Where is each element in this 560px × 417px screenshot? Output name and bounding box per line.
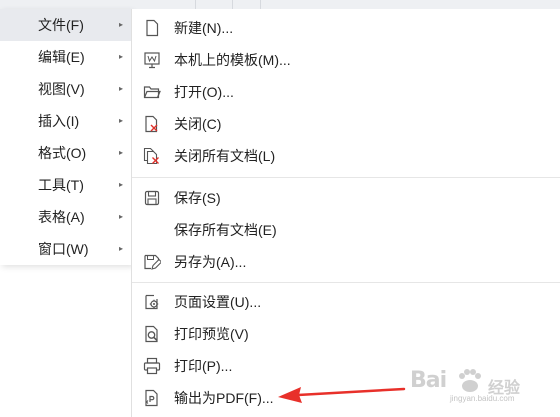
save-as-icon <box>144 254 161 270</box>
menu-item-label: 保存所有文档(E) <box>174 222 277 238</box>
menu-item-label: 视图(V) <box>38 81 85 97</box>
menu-item-label: 打印(P)... <box>174 358 233 374</box>
menu-item-table[interactable]: 表格(A) ▸ <box>0 201 131 233</box>
menu-item-label: 输出为PDF(F)... <box>174 390 274 406</box>
close-all-documents-icon <box>143 147 159 165</box>
menu-item-file[interactable]: 文件(F) ▸ <box>0 9 131 41</box>
chevron-right-icon: ▸ <box>118 116 123 125</box>
print-icon <box>143 357 161 375</box>
menu-item-label: 文件(F) <box>38 17 84 33</box>
menu-item-close[interactable]: 关闭(C) <box>132 108 560 140</box>
menu-item-label: 关闭所有文档(L) <box>174 148 276 164</box>
menu-item-open[interactable]: 打开(O)... <box>132 76 560 108</box>
menu-item-label: 打印预览(V) <box>174 326 249 342</box>
chevron-right-icon: ▸ <box>118 148 123 157</box>
chevron-right-icon: ▸ <box>118 20 123 29</box>
menu-item-tools[interactable]: 工具(T) ▸ <box>0 169 131 201</box>
menu-item-label: 打开(O)... <box>174 84 234 100</box>
menu-item-label: 保存(S) <box>174 190 221 206</box>
menu-item-label: 表格(A) <box>38 209 85 225</box>
chevron-right-icon: ▸ <box>118 180 123 189</box>
page-setup-icon <box>145 294 159 310</box>
chevron-right-icon: ▸ <box>118 84 123 93</box>
open-folder-icon <box>143 86 161 99</box>
menu-item-page-setup[interactable]: 页面设置(U)... <box>132 286 560 318</box>
menu-item-save-as[interactable]: 另存为(A)... <box>132 246 560 278</box>
menu-item-local-template[interactable]: 本机上的模板(M)... <box>132 44 560 76</box>
print-preview-icon <box>145 325 158 343</box>
chevron-right-icon: ▸ <box>118 212 123 221</box>
chevron-right-icon: ▸ <box>118 52 123 61</box>
menu-item-label: 工具(T) <box>38 177 84 193</box>
menu-separator <box>132 177 560 178</box>
paw-logo-icon <box>459 369 481 392</box>
baidu-watermark: Bai 经验 jingyan.baidu.com <box>410 364 550 404</box>
menu-item-label: 编辑(E) <box>38 49 85 65</box>
chevron-right-icon: ▸ <box>118 244 123 253</box>
menu-item-save-all[interactable]: 保存所有文档(E) <box>132 214 560 246</box>
menu-item-edit[interactable]: 编辑(E) ▸ <box>0 41 131 73</box>
new-document-icon <box>146 19 159 37</box>
menu-item-format[interactable]: 格式(O) ▸ <box>0 137 131 169</box>
menu-item-label: 另存为(A)... <box>174 254 247 270</box>
menu-separator <box>132 282 560 283</box>
template-icon <box>144 52 160 69</box>
watermark-brand: Bai <box>410 368 447 393</box>
menu-item-view[interactable]: 视图(V) ▸ <box>0 73 131 105</box>
menu-item-insert[interactable]: 插入(I) ▸ <box>0 105 131 137</box>
menu-item-label: 格式(O) <box>38 145 87 161</box>
close-document-icon <box>145 115 158 133</box>
menu-item-label: 新建(N)... <box>174 20 234 36</box>
menu-item-label: 插入(I) <box>38 113 80 129</box>
menu-item-window[interactable]: 窗口(W) ▸ <box>0 233 131 265</box>
menu-item-save[interactable]: 保存(S) <box>132 182 560 214</box>
menu-item-print-preview[interactable]: 打印预览(V) <box>132 318 560 350</box>
app-window: 文件(F) ▸ 编辑(E) ▸ 视图(V) ▸ 插入(I) ▸ 格式(O) ▸ … <box>0 0 560 417</box>
menu-item-close-all[interactable]: 关闭所有文档(L) <box>132 140 560 172</box>
menu-item-label: 关闭(C) <box>174 116 222 132</box>
menu-item-label: 页面设置(U)... <box>174 294 262 310</box>
menu-item-label: 窗口(W) <box>38 241 89 257</box>
save-icon <box>144 190 160 206</box>
menu-item-label: 本机上的模板(M)... <box>174 52 291 68</box>
watermark-url: jingyan.baidu.com <box>450 394 515 403</box>
export-pdf-icon <box>145 389 158 407</box>
menu-item-new[interactable]: 新建(N)... <box>132 12 560 44</box>
file-submenu: 新建(N)... 本机上的模板(M)... 打开(O)... 关闭(C) 关闭所… <box>131 9 560 417</box>
main-menu: 文件(F) ▸ 编辑(E) ▸ 视图(V) ▸ 插入(I) ▸ 格式(O) ▸ … <box>0 9 132 265</box>
